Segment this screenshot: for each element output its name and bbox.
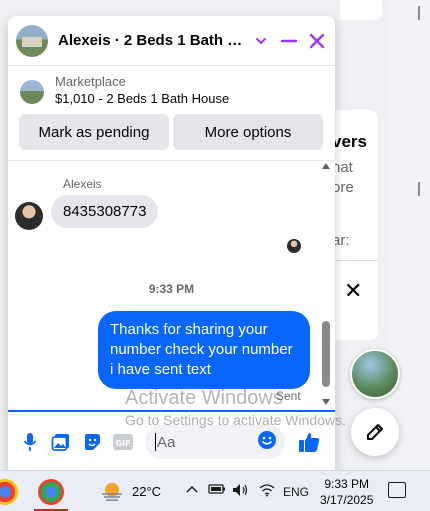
panel-title: vers <box>332 132 367 151</box>
listing-summary[interactable]: Marketplace $1,010 - 2 Beds 1 Bath House <box>8 66 335 106</box>
emoji-icon[interactable] <box>257 430 277 454</box>
mark-as-pending-button[interactable]: Mark as pending <box>19 114 169 150</box>
language-indicator[interactable]: ENG <box>283 485 309 499</box>
chat-head-avatar[interactable] <box>350 349 400 399</box>
compose-icon <box>367 424 383 440</box>
taskbar: 22°C ENG 9:33 PM 3/17/2025 <box>0 470 430 511</box>
scroll-tick <box>418 6 420 20</box>
weather-icon[interactable] <box>100 481 124 501</box>
like-icon[interactable] <box>297 430 321 454</box>
chevron-up-icon[interactable] <box>186 483 198 497</box>
svg-text:GIF: GIF <box>116 439 131 448</box>
sticker-icon[interactable] <box>81 430 104 454</box>
volume-icon[interactable] <box>232 483 250 500</box>
panel-text: hat ore <box>332 159 354 196</box>
text-caret <box>155 433 156 451</box>
incoming-message[interactable]: 8435308773 <box>51 195 159 228</box>
message-placeholder: Aa <box>157 433 176 451</box>
scrollbar[interactable] <box>319 161 333 409</box>
sender-avatar[interactable] <box>15 202 43 230</box>
battery-icon[interactable] <box>208 483 226 498</box>
more-options-button[interactable]: More options <box>173 114 323 150</box>
scroll-tick <box>418 182 420 196</box>
listing-actions: Mark as pending More options <box>8 106 335 161</box>
scrollbar-thumb[interactable] <box>322 321 330 387</box>
notification-icon[interactable] <box>388 482 406 498</box>
gif-icon[interactable]: GIF <box>112 430 135 454</box>
activate-windows-title: Activate Windows <box>125 387 283 409</box>
clock-date: 3/17/2025 <box>320 493 374 507</box>
sender-name: Alexeis <box>63 177 102 191</box>
new-message-button[interactable] <box>351 408 399 456</box>
close-icon[interactable]: ✕ <box>344 278 362 304</box>
listing-avatar[interactable] <box>16 24 48 57</box>
scroll-up-arrow[interactable] <box>322 163 330 169</box>
outgoing-message[interactable]: Thanks for sharing your number check you… <box>98 311 310 389</box>
chat-title[interactable]: Alexeis · 2 Beds 1 Bath House <box>58 32 248 49</box>
right-sidebar <box>388 0 430 470</box>
listing-label: Marketplace <box>55 74 126 89</box>
system-clock[interactable]: 9:33 PM 3/17/2025 <box>320 476 373 508</box>
background-card <box>340 0 382 20</box>
microphone-icon[interactable] <box>18 430 41 454</box>
close-chat-icon[interactable] <box>307 31 327 51</box>
chevron-down-icon[interactable] <box>251 31 271 51</box>
panel-divider <box>328 260 378 261</box>
scroll-down-arrow[interactable] <box>322 399 330 405</box>
activate-windows-subtitle: Go to Settings to activate Windows. <box>125 412 346 428</box>
photo-icon[interactable] <box>49 430 72 454</box>
seen-indicator-avatar <box>287 239 301 253</box>
listing-thumbnail <box>20 80 44 104</box>
listing-description: $1,010 - 2 Beds 1 Bath House <box>55 91 230 106</box>
message-timestamp: 9:33 PM <box>148 282 195 296</box>
chrome-icon[interactable] <box>38 479 64 505</box>
message-input[interactable]: Aa <box>145 425 286 459</box>
chrome-profile-icon[interactable] <box>0 479 18 505</box>
chat-header: Alexeis · 2 Beds 1 Bath House <box>8 16 335 66</box>
message-list: Alexeis 8435308773 9:33 PM Thanks for sh… <box>8 161 335 409</box>
wifi-icon[interactable] <box>259 483 275 500</box>
clock-time: 9:33 PM <box>324 477 370 491</box>
minimize-icon[interactable] <box>279 31 299 51</box>
temperature[interactable]: 22°C <box>132 484 161 499</box>
